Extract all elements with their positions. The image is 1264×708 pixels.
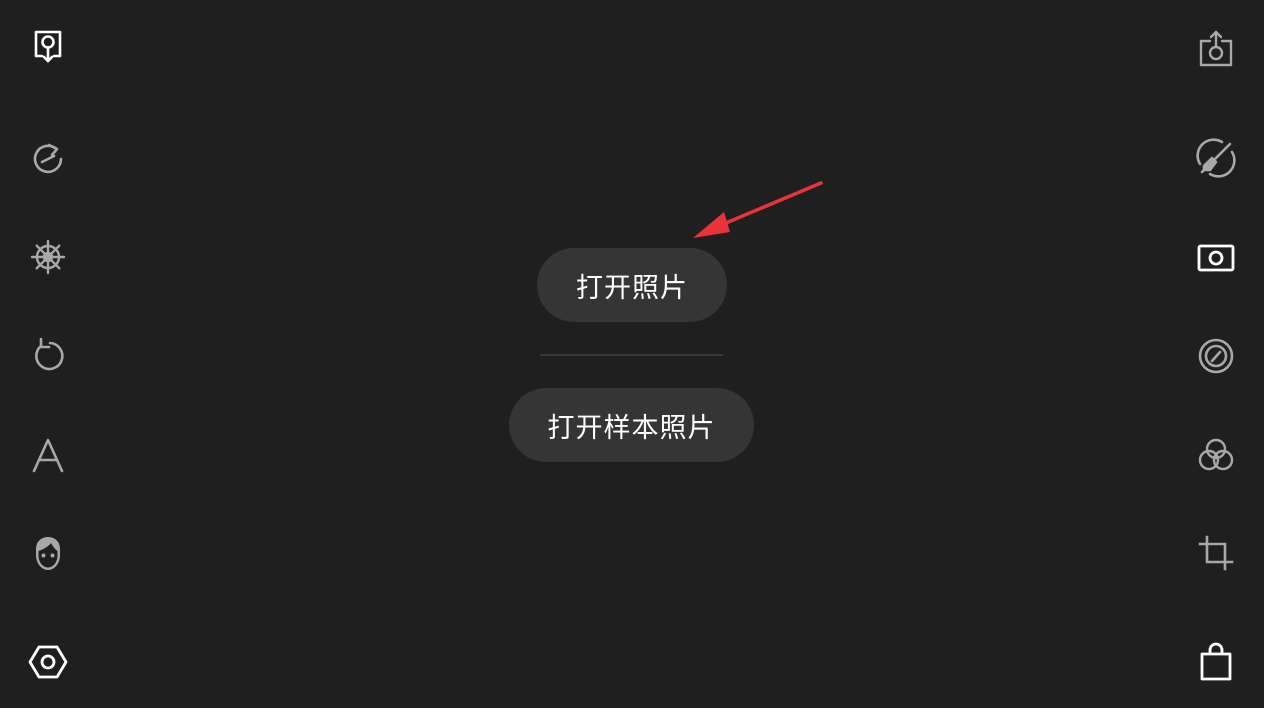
shop-button[interactable]: [1188, 634, 1244, 690]
history-button[interactable]: [20, 130, 76, 186]
history-icon: [33, 143, 63, 174]
face-icon: [36, 537, 60, 570]
face-button[interactable]: [20, 525, 76, 581]
brush-button[interactable]: [1188, 130, 1244, 186]
open-image-icon: [34, 30, 62, 63]
app-window: 打开照片 打开样本照片: [0, 0, 1264, 708]
crop-icon: [1198, 535, 1234, 571]
undo-icon: [35, 337, 64, 371]
ship-wheel-button[interactable]: [20, 229, 76, 285]
vignette-icon: [1198, 338, 1234, 374]
color-circles-button[interactable]: [1188, 427, 1244, 483]
hexagon-settings-icon: [28, 645, 68, 679]
open-image-button[interactable]: [20, 18, 76, 74]
divider: [540, 354, 723, 356]
text-icon: [32, 438, 64, 473]
text-button[interactable]: [20, 427, 76, 483]
color-circles-icon: [1198, 438, 1234, 471]
camera-icon: [1197, 244, 1235, 272]
undo-button[interactable]: [20, 328, 76, 384]
shopping-bag-icon: [1200, 642, 1232, 681]
export-icon: [1199, 30, 1233, 67]
settings-button[interactable]: [20, 634, 76, 690]
crop-button[interactable]: [1188, 525, 1244, 581]
annotation-arrow-icon: [693, 181, 823, 238]
open-photo-button[interactable]: 打开照片: [537, 248, 727, 322]
brush-icon: [1196, 138, 1236, 178]
open-sample-photo-button[interactable]: 打开样本照片: [509, 388, 754, 462]
vignette-button[interactable]: [1188, 328, 1244, 384]
ship-wheel-icon: [30, 239, 66, 275]
camera-button[interactable]: [1188, 229, 1244, 285]
export-button[interactable]: [1188, 20, 1244, 76]
